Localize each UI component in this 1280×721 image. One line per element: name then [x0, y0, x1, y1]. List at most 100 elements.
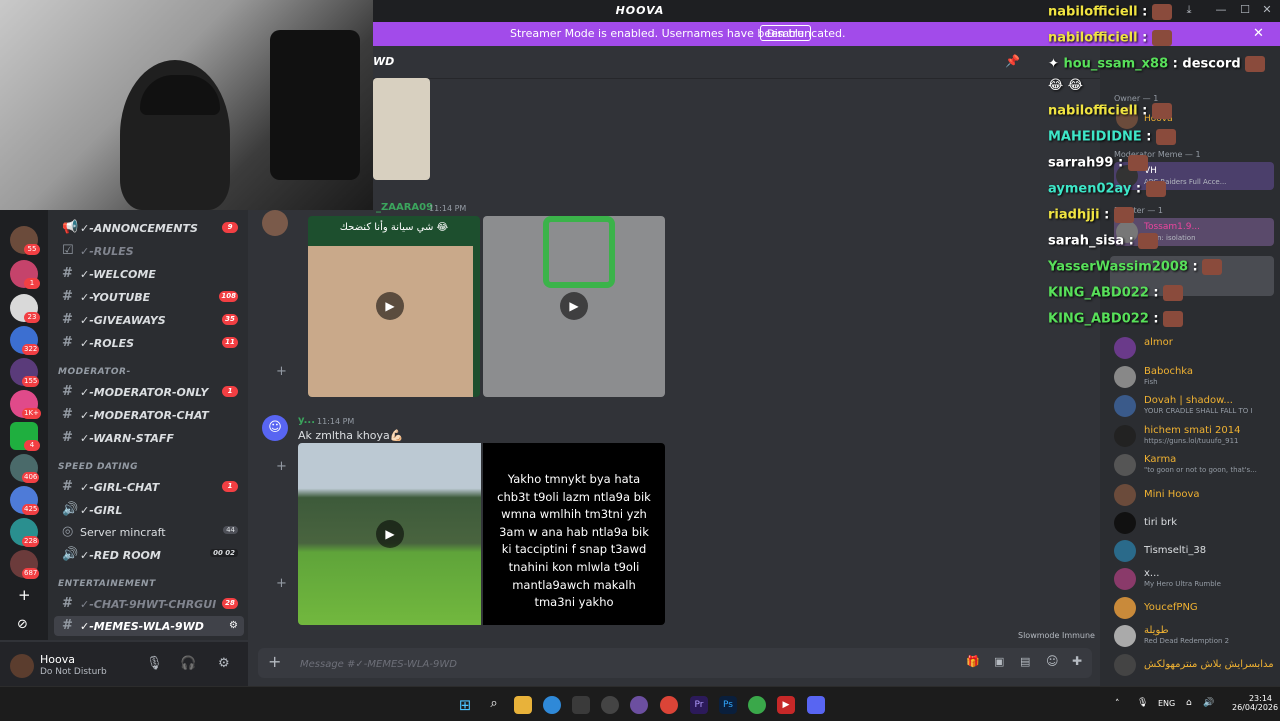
media-player-icon[interactable]: ▶	[777, 696, 795, 714]
chrome-icon[interactable]	[660, 696, 678, 714]
member-item[interactable]: Dovah | shadow... YOUR CRADLE SHALL FALL …	[1112, 394, 1277, 418]
previous-image[interactable]	[373, 78, 430, 180]
clock[interactable]: 23:14 26/04/2026	[1232, 694, 1278, 712]
discover-icon[interactable]: ⊘	[17, 617, 28, 632]
channel-item[interactable]: # ✓-MODERATOR-ONLY 1	[54, 382, 244, 402]
add-attachment-icon[interactable]: +	[268, 652, 281, 671]
tray-chevron-icon[interactable]: ˄	[1115, 699, 1120, 709]
maximize-button[interactable]: ☐	[1236, 3, 1254, 19]
category-moderator[interactable]: MODERATOR-	[58, 367, 131, 377]
server-icon[interactable]: 1K+	[10, 390, 41, 419]
message-author[interactable]: _ZAARA09	[376, 202, 433, 213]
app-icon[interactable]	[630, 696, 648, 714]
pin-icon[interactable]: 📌	[1005, 54, 1020, 68]
server-icon[interactable]: 406	[10, 454, 40, 483]
add-channel-icon[interactable]: +	[276, 364, 287, 379]
message-input[interactable]	[298, 654, 902, 674]
video-attachment[interactable]: ▶	[483, 216, 665, 397]
download-icon[interactable]: ⤓	[1180, 3, 1198, 19]
channel-item[interactable]: # ✓-MODERATOR-CHAT	[54, 405, 244, 425]
video-attachment[interactable]: ▶	[298, 443, 481, 625]
apps-icon[interactable]: ✚	[1072, 654, 1082, 668]
close-icon[interactable]: ✕	[1253, 26, 1264, 41]
volume-icon[interactable]: 🔊	[1203, 698, 1214, 708]
avatar[interactable]: ☺	[262, 415, 288, 441]
network-icon[interactable]: ⌂	[1186, 698, 1192, 708]
search-icon[interactable]: ⌕	[485, 696, 503, 714]
member-item[interactable]: hichem smati 2014 https://guns.lol/tuuufo…	[1112, 424, 1277, 448]
server-icon[interactable]: 55	[10, 226, 40, 255]
settings-icon[interactable]: ⚙	[218, 656, 230, 671]
microphone-icon[interactable]: 🎙	[1137, 698, 1148, 708]
channel-item-selected[interactable]: # ✓-MEMES-WLA-9WD ⚙	[54, 616, 244, 636]
headphones-icon[interactable]: 🎧	[180, 656, 196, 671]
category-speed-dating[interactable]: SPEED DATING	[58, 462, 138, 472]
store-icon[interactable]	[572, 696, 590, 714]
language-indicator[interactable]: ENG	[1158, 699, 1175, 708]
member-item[interactable]: Babochka Fish	[1112, 365, 1277, 389]
member-item[interactable]: almor	[1112, 336, 1277, 360]
text-image-attachment[interactable]: Yakho tmnykt bya hata chb3t t9oli lazm n…	[483, 443, 665, 625]
server-icon[interactable]: 155	[10, 358, 40, 387]
member-item[interactable]: tiri brk	[1112, 511, 1277, 535]
channel-item[interactable]: # ✓-GIVEAWAYS 35	[54, 310, 244, 330]
channel-item[interactable]: # ✓-WELCOME	[54, 264, 244, 284]
play-icon[interactable]: ▶	[376, 292, 404, 320]
close-window-button[interactable]: ✕	[1258, 3, 1276, 19]
channel-item[interactable]: # ✓-ROLES 11	[54, 333, 244, 353]
speaker-icon: 🔊	[62, 502, 79, 517]
channel-item[interactable]: ◎ Server mincraft 44	[54, 522, 244, 542]
member-item[interactable]: Tismselti_38	[1112, 539, 1277, 563]
emoji-icon[interactable]: ☺	[1046, 654, 1059, 668]
disable-streamer-mode-button[interactable]: Disable	[760, 25, 811, 41]
channel-item[interactable]: 📢 ✓-ANNONCEMENTS 9	[54, 218, 244, 238]
member-item[interactable]: YoucefPNG	[1112, 596, 1277, 620]
member-item[interactable]: طويلة Red Dead Redemption 2	[1112, 624, 1277, 648]
start-icon[interactable]: ⊞	[456, 696, 474, 714]
channel-item[interactable]: 🔊 ✓-GIRL	[54, 500, 244, 520]
gif-icon[interactable]: ▣	[994, 655, 1004, 668]
gift-icon[interactable]: 🎁	[966, 655, 980, 668]
category-entertainement[interactable]: ENTERTAINEMENT	[58, 579, 156, 589]
server-icon[interactable]: 228	[10, 518, 40, 547]
server-icon[interactable]: 425	[10, 486, 40, 515]
server-icon[interactable]: 687	[10, 550, 40, 579]
server-rail: 55 1 23 322 155 1K+ 4 406 425 228 687 + …	[0, 210, 48, 640]
play-icon[interactable]: ▶	[376, 520, 404, 548]
server-icon[interactable]: 322	[10, 326, 40, 355]
channel-item[interactable]: # ✓-CHAT-9HWT-CHRGUI 28	[54, 594, 244, 614]
server-icon[interactable]: 1	[10, 260, 40, 289]
obs-icon[interactable]	[601, 696, 619, 714]
member-item[interactable]: مدابسرايش بلاش منترمهولكش	[1112, 653, 1277, 677]
premiere-icon[interactable]: Pr	[690, 696, 708, 714]
channel-item[interactable]: # ✓-GIRL-CHAT 1	[54, 477, 244, 497]
message-author[interactable]: y...	[298, 415, 315, 426]
member-item[interactable]: Mini Hoova	[1112, 483, 1277, 507]
discord-icon[interactable]	[807, 696, 825, 714]
avatar[interactable]	[10, 654, 34, 678]
sticker-icon[interactable]: ▤	[1020, 655, 1030, 668]
add-channel-icon[interactable]: +	[276, 459, 287, 474]
add-channel-icon[interactable]: +	[276, 576, 287, 591]
file-explorer-icon[interactable]	[514, 696, 532, 714]
avatar	[1114, 454, 1136, 476]
channel-item[interactable]: # ✓-YOUTUBE 108	[54, 287, 244, 307]
member-name: Tossam1.9...	[1144, 222, 1201, 232]
edge-icon[interactable]	[543, 696, 561, 714]
add-server-icon[interactable]: +	[18, 586, 31, 604]
member-item[interactable]: Karma "to goon or not to goon, that's...	[1112, 453, 1277, 477]
channel-item[interactable]: ☑ ✓-RULES	[54, 241, 244, 261]
channel-item[interactable]: # ✓-WARN-STAFF	[54, 428, 244, 448]
settings-icon[interactable]: ⚙	[229, 620, 238, 631]
member-item[interactable]: x... My Hero Ultra Rumble	[1112, 567, 1277, 591]
server-icon[interactable]: 23	[10, 294, 40, 323]
avatar[interactable]	[262, 210, 288, 236]
channel-item[interactable]: 🔊 ✓-RED ROOM 00 02	[54, 545, 244, 565]
minimize-button[interactable]: —	[1212, 3, 1230, 19]
server-icon[interactable]: 4	[10, 422, 40, 451]
photoshop-icon[interactable]: Ps	[719, 696, 737, 714]
microphone-icon[interactable]: 🎙	[146, 656, 163, 671]
app-icon[interactable]	[748, 696, 766, 714]
play-icon[interactable]: ▶	[560, 292, 588, 320]
video-attachment[interactable]: شي سيانة وأنا كنضحك 😂 ▶	[308, 216, 480, 397]
